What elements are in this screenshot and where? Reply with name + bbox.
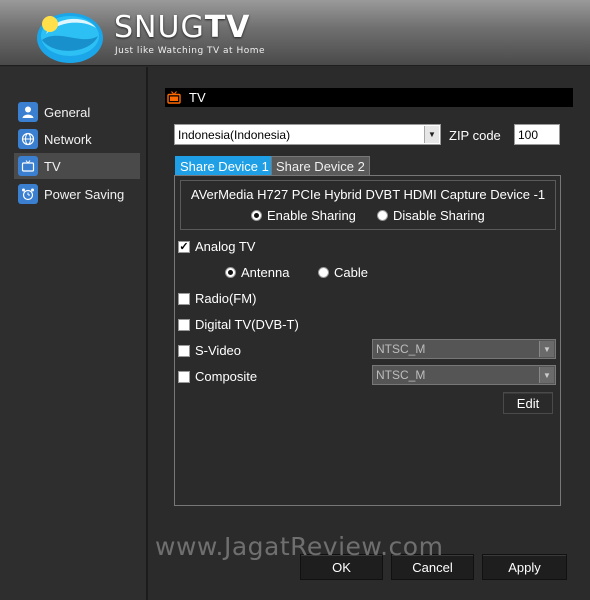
app-header: SNUGTV Just like Watching TV at Home: [0, 0, 590, 66]
cable-radio[interactable]: Cable: [318, 265, 368, 280]
sidebar-item-power-saving[interactable]: Power Saving: [14, 181, 140, 207]
sidebar-item-network[interactable]: Network: [14, 126, 140, 152]
tv-icon: [165, 89, 183, 107]
analog-tv-checkbox[interactable]: ✓ Analog TV: [178, 239, 255, 254]
composite-label: Composite: [195, 369, 258, 384]
chevron-down-icon[interactable]: ▼: [424, 126, 439, 143]
radio-selected-icon[interactable]: [225, 267, 236, 278]
tv-settings-panel: TV Indonesia(Indonesia) ▼ ZIP code 100 S…: [150, 67, 590, 600]
device-name: AVerMedia H727 PCIe Hybrid DVBT HDMI Cap…: [190, 187, 546, 202]
sidebar-item-tv[interactable]: TV: [14, 153, 140, 179]
tab-share-device-2[interactable]: Share Device 2: [271, 156, 370, 175]
checkmark-icon[interactable]: ✓: [178, 240, 190, 253]
antenna-radio[interactable]: Antenna: [225, 265, 289, 280]
disable-sharing-radio[interactable]: Disable Sharing: [377, 208, 485, 223]
analog-tv-label: Analog TV: [195, 239, 256, 254]
cable-label: Cable: [334, 265, 368, 280]
zip-code-input[interactable]: 100: [514, 124, 560, 145]
composite-format-select[interactable]: NTSC_M ▼: [372, 365, 556, 385]
apply-button[interactable]: Apply: [482, 554, 567, 580]
settings-sidebar: General Network TV Power Saving: [0, 67, 148, 600]
share-device-panel: AVerMedia H727 PCIe Hybrid DVBT HDMI Cap…: [174, 175, 561, 506]
region-select-value: Indonesia(Indonesia): [178, 127, 291, 142]
composite-format-value: NTSC_M: [376, 368, 426, 382]
sidebar-item-label: Network: [44, 131, 92, 147]
device-sharing-group: AVerMedia H727 PCIe Hybrid DVBT HDMI Cap…: [180, 180, 556, 230]
sidebar-item-label: TV: [44, 158, 61, 174]
region-select[interactable]: Indonesia(Indonesia) ▼: [174, 124, 441, 145]
radio-fm-label: Radio(FM): [195, 291, 257, 306]
checkbox-empty-icon[interactable]: [178, 344, 190, 357]
digital-tv-checkbox[interactable]: Digital TV(DVB-T): [178, 317, 299, 332]
radio-fm-checkbox[interactable]: Radio(FM): [178, 291, 256, 306]
chevron-down-icon[interactable]: ▼: [539, 341, 554, 357]
section-title-bar: TV: [165, 88, 573, 107]
radio-unselected-icon[interactable]: [318, 267, 329, 278]
disable-sharing-label: Disable Sharing: [393, 208, 485, 223]
s-video-label: S-Video: [195, 343, 242, 358]
watermark-text: www.JagatReview.com: [155, 532, 444, 561]
tv-icon: [18, 156, 38, 176]
radio-selected-icon[interactable]: [251, 210, 262, 221]
chevron-down-icon[interactable]: ▼: [539, 367, 554, 383]
app-brand: SNUGTV: [114, 10, 251, 45]
enable-sharing-label: Enable Sharing: [267, 208, 356, 223]
app-tagline: Just like Watching TV at Home: [115, 46, 266, 56]
page-title: TV: [189, 90, 206, 105]
sidebar-item-label: Power Saving: [44, 186, 125, 202]
composite-checkbox[interactable]: Composite: [178, 369, 257, 384]
snugtv-logo-icon: [37, 13, 103, 63]
sidebar-item-label: General: [44, 104, 91, 120]
s-video-format-value: NTSC_M: [376, 342, 426, 356]
zip-code-label: ZIP code: [449, 128, 501, 143]
s-video-checkbox[interactable]: S-Video: [178, 343, 241, 358]
radio-unselected-icon[interactable]: [377, 210, 388, 221]
alarm-clock-icon: [18, 184, 38, 204]
digital-tv-label: Digital TV(DVB-T): [195, 317, 299, 332]
checkbox-empty-icon[interactable]: [178, 370, 190, 383]
s-video-format-select[interactable]: NTSC_M ▼: [372, 339, 556, 359]
enable-sharing-radio[interactable]: Enable Sharing: [251, 208, 356, 223]
sidebar-item-general[interactable]: General: [14, 99, 140, 125]
checkbox-empty-icon[interactable]: [178, 318, 190, 331]
checkbox-empty-icon[interactable]: [178, 292, 190, 305]
edit-button[interactable]: Edit: [503, 392, 553, 414]
globe-icon: [18, 129, 38, 149]
antenna-label: Antenna: [241, 265, 290, 280]
tab-share-device-1[interactable]: Share Device 1: [175, 156, 274, 175]
user-icon: [18, 102, 38, 122]
